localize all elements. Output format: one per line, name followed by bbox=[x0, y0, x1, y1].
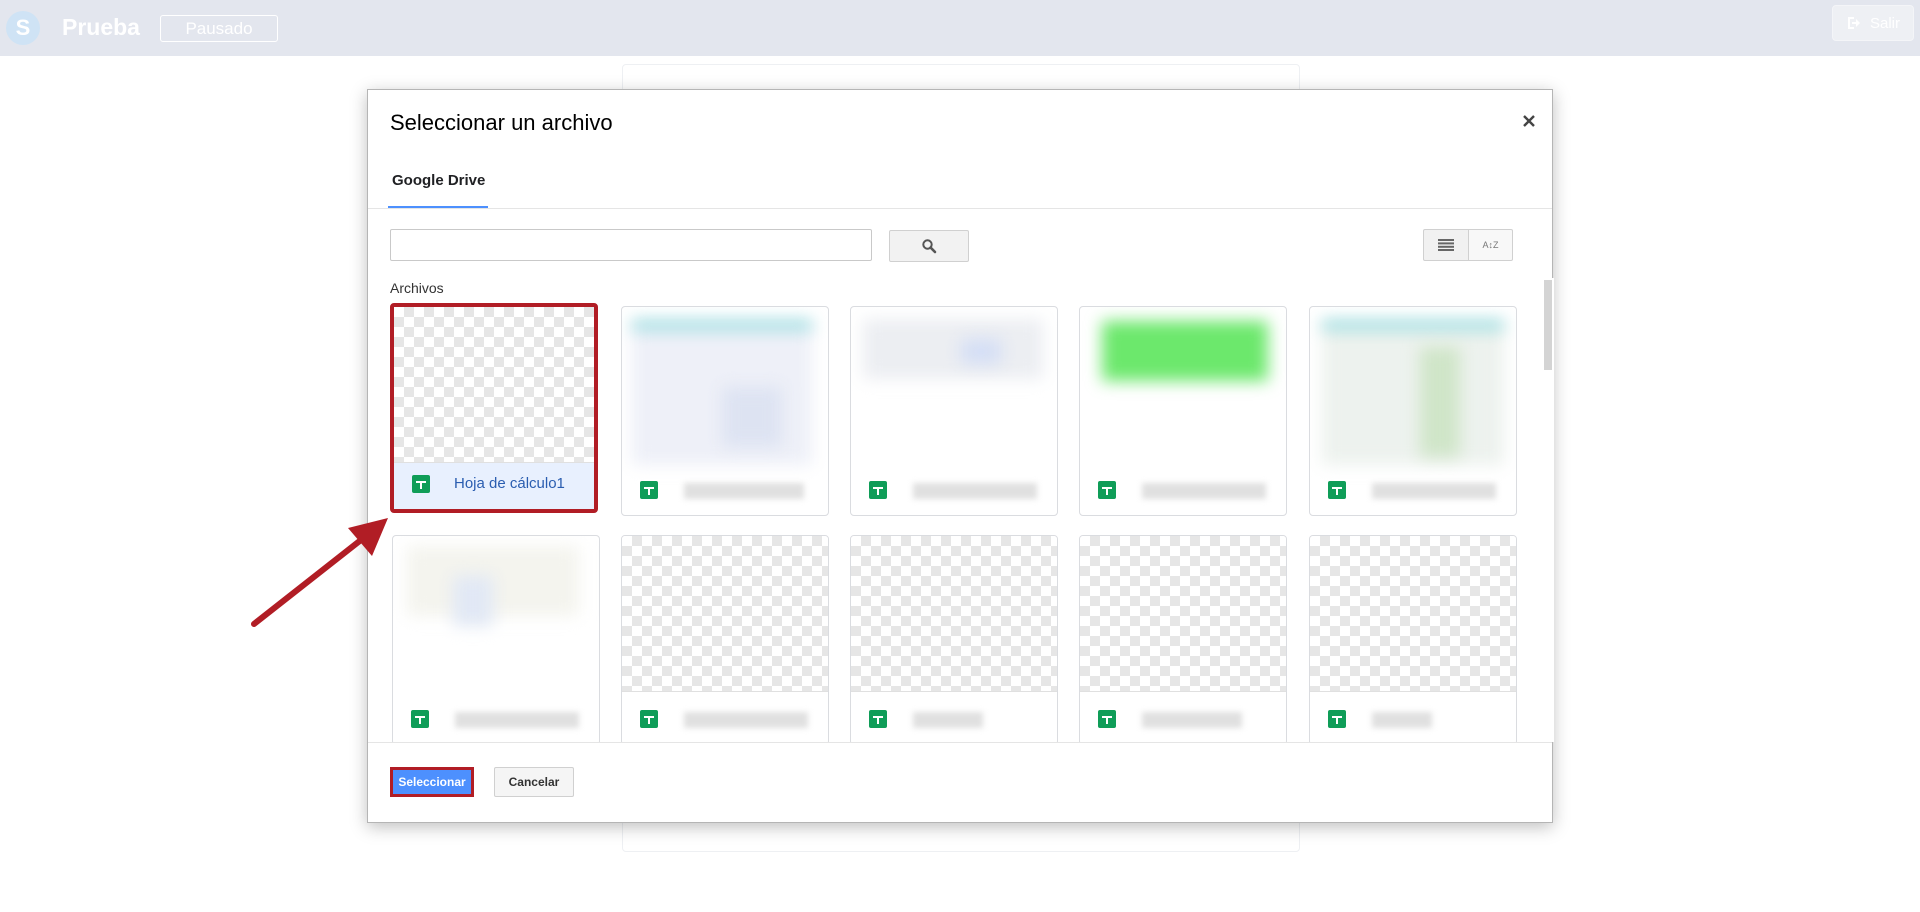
file-footer bbox=[851, 694, 1057, 742]
file-footer bbox=[393, 694, 599, 742]
file-name: Hoja de cálculo1 bbox=[454, 475, 565, 492]
file-name-redacted bbox=[913, 483, 1037, 499]
cancel-button[interactable]: Cancelar bbox=[494, 767, 574, 797]
file-name-redacted bbox=[684, 712, 808, 728]
file-thumbnail bbox=[851, 536, 1057, 692]
header-divider bbox=[368, 208, 1552, 209]
file-footer bbox=[1080, 694, 1286, 742]
list-view-button[interactable] bbox=[1423, 229, 1469, 261]
exit-label: Salir bbox=[1869, 14, 1900, 32]
file-name-redacted bbox=[455, 712, 579, 728]
file-name-redacted bbox=[1142, 483, 1266, 499]
dialog-title: Seleccionar un archivo bbox=[390, 110, 613, 135]
scroll-thumb[interactable] bbox=[1544, 280, 1552, 370]
tab-google-drive[interactable]: Google Drive bbox=[388, 168, 489, 208]
file-thumbnail bbox=[394, 307, 594, 463]
file-footer bbox=[851, 465, 1057, 515]
file-tile[interactable] bbox=[850, 306, 1058, 516]
file-thumbnail bbox=[1310, 536, 1516, 692]
file-footer bbox=[1310, 694, 1516, 742]
section-label: Archivos bbox=[390, 280, 444, 296]
file-thumbnail bbox=[1080, 307, 1286, 462]
file-footer bbox=[622, 694, 828, 742]
file-footer bbox=[1080, 465, 1286, 515]
file-tile[interactable] bbox=[1079, 306, 1287, 516]
search-button[interactable] bbox=[889, 230, 969, 262]
app-title: Prueba bbox=[62, 14, 140, 40]
google-sheets-icon bbox=[640, 710, 658, 728]
file-tile[interactable] bbox=[1079, 535, 1287, 742]
file-name-redacted bbox=[1142, 712, 1242, 728]
file-name-redacted bbox=[1372, 483, 1496, 499]
file-tile[interactable] bbox=[392, 535, 600, 742]
file-footer bbox=[622, 465, 828, 515]
file-tile[interactable] bbox=[621, 535, 829, 742]
file-footer: Hoja de cálculo1 bbox=[394, 459, 594, 509]
file-tile[interactable] bbox=[1309, 306, 1517, 516]
google-sheets-icon bbox=[869, 710, 887, 728]
google-sheets-icon bbox=[412, 475, 430, 493]
google-sheets-icon bbox=[1098, 481, 1116, 499]
close-icon[interactable] bbox=[1520, 112, 1538, 130]
file-tile[interactable] bbox=[850, 535, 1058, 742]
files-scrollbar[interactable] bbox=[1542, 278, 1554, 742]
sort-az-icon: A↕Z bbox=[1482, 240, 1499, 250]
file-thumbnail bbox=[851, 307, 1057, 462]
google-sheets-icon bbox=[1328, 710, 1346, 728]
list-view-icon bbox=[1438, 239, 1454, 251]
top-app-bar: S Prueba Pausado Salir bbox=[0, 0, 1920, 56]
status-badge[interactable]: Pausado bbox=[160, 15, 278, 42]
file-thumbnail bbox=[1310, 307, 1516, 465]
file-tile[interactable] bbox=[1309, 535, 1517, 742]
select-button[interactable]: Seleccionar bbox=[390, 767, 474, 797]
file-tile[interactable] bbox=[621, 306, 829, 516]
file-name-redacted bbox=[913, 712, 983, 728]
google-sheets-icon bbox=[1328, 481, 1346, 499]
app-logo-icon: S bbox=[6, 11, 40, 45]
google-sheets-icon bbox=[1098, 710, 1116, 728]
footer-divider bbox=[368, 742, 1552, 743]
search-icon bbox=[922, 239, 937, 254]
file-thumbnail bbox=[393, 536, 599, 691]
file-thumbnail bbox=[622, 536, 828, 692]
search-input[interactable] bbox=[390, 229, 872, 261]
google-sheets-icon bbox=[869, 481, 887, 499]
file-picker-dialog: Seleccionar un archivo Google Drive A↕Z … bbox=[367, 89, 1554, 823]
google-sheets-icon bbox=[640, 481, 658, 499]
sort-button[interactable]: A↕Z bbox=[1469, 229, 1513, 261]
google-sheets-icon bbox=[411, 710, 429, 728]
exit-button[interactable]: Salir bbox=[1832, 5, 1914, 41]
file-tile[interactable]: Hoja de cálculo1 bbox=[390, 303, 598, 513]
file-name-redacted bbox=[684, 483, 804, 499]
sign-out-icon bbox=[1847, 17, 1860, 29]
file-footer bbox=[1310, 465, 1516, 515]
files-grid: Archivos Hoja de cálculo1 bbox=[368, 278, 1554, 742]
file-name-redacted bbox=[1372, 712, 1432, 728]
file-thumbnail bbox=[1080, 536, 1286, 692]
file-thumbnail bbox=[622, 307, 828, 465]
red-arrow-icon bbox=[251, 518, 388, 627]
